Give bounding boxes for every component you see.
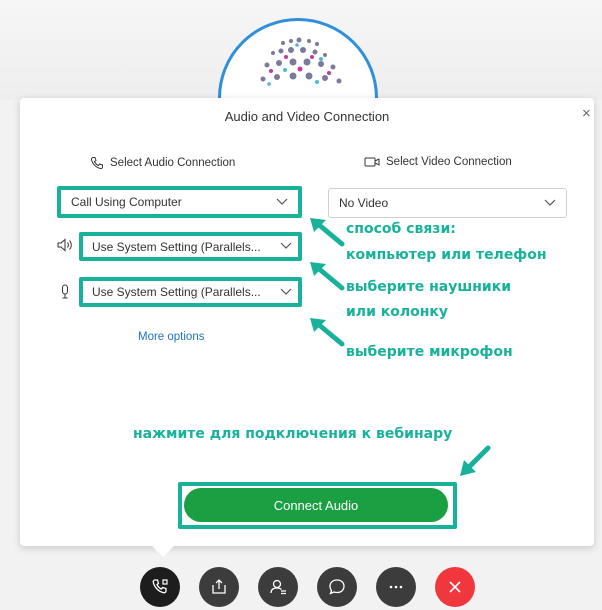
annotation-connect: нажмите для подключения к вебинару [133,426,453,442]
video-camera-icon [364,157,380,167]
chat-icon [329,579,345,595]
annotation-arrow-connect [460,445,491,476]
leave-icon [449,581,461,593]
dialog-title: Audio and Video Connection [224,109,390,124]
participants-button[interactable] [258,567,298,607]
speaker-value: Use System Setting (Parallels... [92,239,261,254]
microphone-icon [62,284,68,299]
more-options-link[interactable]: More options [138,331,204,343]
participants-icon [270,579,286,595]
more-button[interactable] [376,567,416,607]
video-select[interactable]: No Video [328,188,567,218]
chevron-down-icon [280,288,292,295]
chevron-down-icon [544,199,556,206]
microphone-select[interactable]: Use System Setting (Parallels... [83,281,298,303]
chevron-down-icon [280,242,292,249]
annotation-speaker-line1: выберите наушники [346,279,512,295]
audio-connection-value: Call Using Computer [71,195,182,209]
microphone-value: Use System Setting (Parallels... [92,285,261,299]
audio-connection-select[interactable]: Call Using Computer [61,190,298,214]
annotation-arrow-speaker [310,262,345,291]
audio-section-label: Select Audio Connection [90,156,235,170]
annotation-speaker-line2: или колонку [346,304,449,320]
phone-icon [90,157,103,170]
video-section-label: Select Video Connection [364,156,512,168]
chevron-down-icon [276,198,288,205]
audio-phone-icon [152,579,168,594]
speaker-select[interactable]: Use System Setting (Parallels... [83,236,298,257]
annotation-arrow-microphone [310,318,345,347]
annotation-arrow-connection [310,218,345,247]
more-icon [389,585,403,589]
share-button[interactable] [199,567,239,607]
annotation-microphone: выберите микрофон [346,344,513,360]
audio-section-text: Select Audio Connection [110,157,236,169]
annotation-connection-line1: способ связи: [346,221,456,237]
share-icon [212,579,226,594]
chat-button[interactable] [317,567,357,607]
annotation-connection-line2: компьютер или телефон [346,247,547,263]
video-value: No Video [339,196,389,210]
audio-button[interactable] [140,567,180,607]
dialog-pointer [151,545,175,557]
speaker-icon [57,238,72,252]
video-section-text: Select Video Connection [386,156,512,168]
close-button[interactable]: × [582,106,591,121]
connect-audio-button[interactable]: Connect Audio [184,488,448,522]
leave-button[interactable] [435,567,475,607]
